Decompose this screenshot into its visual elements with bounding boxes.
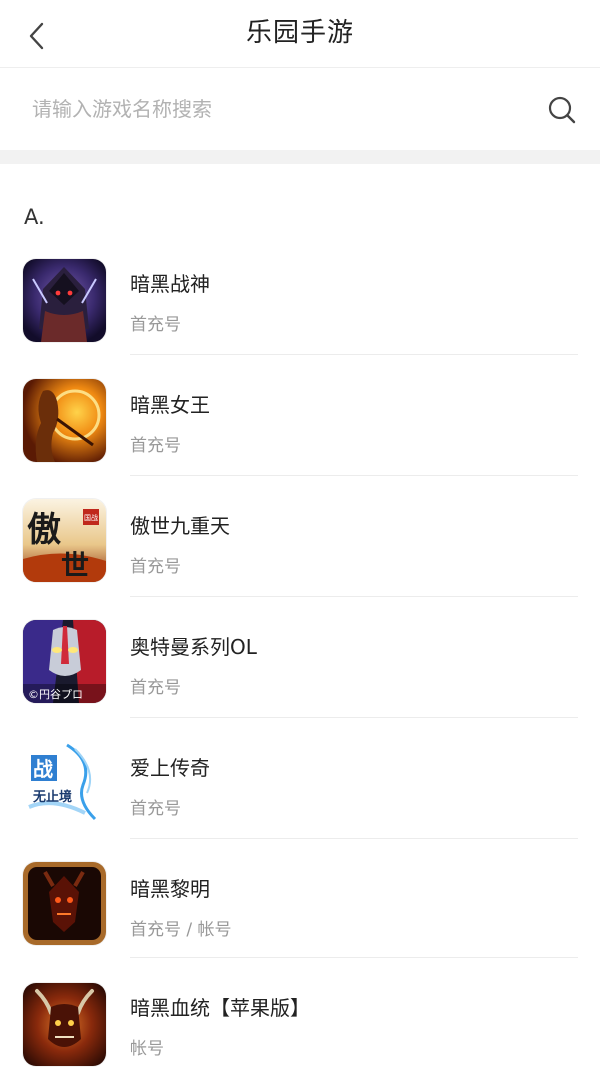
- game-list-item[interactable]: 傲 世 国战 傲世九重天 首充号: [0, 482, 600, 603]
- icon-text: 战: [33, 757, 53, 781]
- dark-war-god-icon: [23, 259, 106, 342]
- dark-queen-icon: [23, 379, 106, 462]
- game-tag: 首充号: [130, 315, 181, 335]
- game-tag: 首充号: [130, 799, 181, 819]
- game-tag: 首充号: [130, 436, 181, 456]
- game-tag: 首充号: [130, 557, 181, 577]
- row-divider: [130, 717, 578, 718]
- icon-text: 无止境: [32, 789, 72, 805]
- darksiders-icon: [23, 983, 106, 1066]
- icon-text: 傲: [27, 510, 61, 550]
- game-tag: 首充号 / 帐号: [130, 920, 232, 940]
- row-divider: [130, 957, 578, 958]
- game-name: 奥特曼系列OL: [130, 635, 257, 659]
- icon-text: ©円谷プロ: [28, 688, 83, 701]
- game-list-item[interactable]: ©円谷プロ 奥特曼系列OL 首充号: [0, 603, 600, 724]
- ultraman-icon: ©円谷プロ: [23, 620, 106, 703]
- game-name: 傲世九重天: [130, 514, 230, 538]
- page-title: 乐园手游: [245, 18, 354, 48]
- search-input[interactable]: [30, 88, 524, 130]
- row-divider: [130, 838, 578, 839]
- row-divider: [130, 475, 578, 476]
- dark-dawn-icon: [23, 862, 106, 945]
- game-tag: 首充号: [130, 678, 181, 698]
- game-name: 暗黑女王: [130, 393, 210, 417]
- icon-badge: 国战: [84, 513, 98, 522]
- icon-text: 世: [61, 549, 89, 582]
- game-list-item[interactable]: 暗黑战神 首充号: [0, 240, 600, 361]
- search-bar: [0, 68, 600, 150]
- game-name: 暗黑战神: [130, 272, 210, 296]
- game-list-item[interactable]: 暗黑黎明 首充号 / 帐号: [0, 845, 600, 966]
- header-bar: 乐园手游: [0, 0, 600, 68]
- aoshi-icon: 傲 世 国战: [23, 499, 106, 582]
- game-name: 暗黑血统【苹果版】: [130, 996, 310, 1020]
- game-name: 爱上传奇: [130, 756, 210, 780]
- game-list-item[interactable]: 战 无止境 爱上传奇 首充号: [0, 724, 600, 845]
- row-divider: [130, 596, 578, 597]
- row-divider: [130, 354, 578, 355]
- love-legend-icon: 战 无止境: [23, 741, 106, 824]
- game-list-item[interactable]: 暗黑女王 首充号: [0, 361, 600, 482]
- section-letter: A.: [24, 205, 45, 229]
- game-tag: 帐号: [130, 1039, 164, 1059]
- search-icon[interactable]: [546, 94, 578, 126]
- section-divider: [0, 150, 600, 164]
- game-name: 暗黑黎明: [130, 877, 210, 901]
